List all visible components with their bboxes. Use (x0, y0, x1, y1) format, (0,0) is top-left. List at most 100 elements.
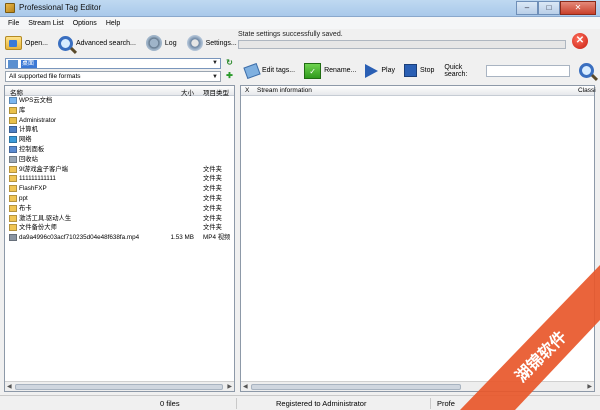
horizontal-scrollbar[interactable]: ◀ ▶ (5, 381, 234, 391)
file-list-header: 名称 大小 项目类型 (5, 86, 234, 97)
file-row[interactable]: 回收站 (5, 155, 234, 165)
maximize-button[interactable]: □ (538, 1, 560, 15)
quick-search-input[interactable] (486, 64, 570, 77)
file-row[interactable]: 激活工具.驱动人生 文件夹 (5, 214, 234, 224)
advanced-search-label: Advanced search... (75, 39, 136, 47)
file-browser-panel: 名称 大小 项目类型 WPS云文档库 Administrator 计算机 网络 控制面板… (4, 85, 235, 392)
advanced-search-button[interactable]: Advanced search... (55, 32, 139, 54)
window-controls: – □ ✕ (516, 1, 596, 15)
log-button[interactable]: Log (143, 32, 180, 54)
open-label: Open... (25, 39, 48, 47)
scrollbar-thumb[interactable] (15, 384, 223, 390)
file-name: 控制面板 (19, 145, 45, 153)
scroll-right-icon[interactable]: ▶ (227, 383, 232, 390)
gear-icon (186, 35, 203, 51)
scroll-left-icon[interactable]: ◀ (243, 383, 248, 390)
desktop-icon (8, 60, 18, 68)
file-name: 文件备份大师 (19, 224, 57, 232)
log-label: Log (164, 39, 177, 47)
control-panel-icon (9, 145, 17, 153)
file-type: 文件夹 (203, 165, 222, 173)
file-row[interactable]: 库 (5, 106, 234, 116)
cancel-operation-icon[interactable]: ✕ (572, 33, 588, 49)
refresh-icon[interactable]: ↻ (225, 58, 234, 67)
file-size: 1.53 MB (170, 234, 194, 242)
file-type: 文件夹 (203, 224, 222, 232)
file-row[interactable]: Administrator (5, 116, 234, 126)
window-title: Professional Tag Editor (19, 3, 102, 12)
menu-options[interactable]: Options (73, 20, 97, 27)
status-message: State settings successfully saved. (238, 31, 343, 38)
menu-file[interactable]: File (8, 20, 19, 27)
path-dropdown[interactable]: 桌面 ▼ (5, 58, 221, 69)
file-name: FlashFXP (19, 185, 47, 193)
play-button[interactable]: Play (362, 60, 398, 82)
file-type: 文件夹 (203, 185, 222, 193)
path-selected: 桌面 (21, 60, 37, 68)
recycle-bin-icon (9, 155, 17, 163)
file-row[interactable]: 控制面板 (5, 145, 234, 155)
tag-icon (243, 62, 261, 79)
scroll-left-icon[interactable]: ◀ (7, 383, 12, 390)
format-filter-dropdown[interactable]: All supported file formats ▼ (5, 71, 221, 82)
folder-icon (9, 175, 17, 183)
file-row[interactable]: WPS云文档 (5, 96, 234, 106)
file-row[interactable]: da9a4996c03acf710235d04e48f638fa.mp4 1.53… (5, 233, 234, 243)
video-file-icon (9, 234, 17, 242)
file-row[interactable]: 网络 (5, 135, 234, 145)
search-icon (57, 35, 73, 51)
watermark-logo: 湖锦软件 (460, 265, 600, 410)
status-separator (430, 398, 431, 409)
stop-label: Stop (420, 67, 435, 74)
file-list: WPS云文档库 Administrator 计算机 网络 控制面板回收站 9l游戏盒子客户… (5, 96, 234, 243)
file-type: 文件夹 (203, 214, 222, 222)
app-icon (5, 3, 15, 13)
file-type: MP4 视频 (203, 234, 231, 242)
file-row[interactable]: 111111111111 文件夹 (5, 174, 234, 184)
rename-label: Rename... (324, 67, 357, 74)
file-name: WPS云文档 (19, 97, 53, 104)
folder-icon (9, 224, 17, 232)
open-button[interactable]: Open... (2, 32, 51, 54)
open-folder-icon (5, 36, 22, 50)
right-toolbar: Edit tags... ✓ Rename... Play Stop Quick… (242, 58, 594, 83)
file-row[interactable]: 布卡 文件夹 (5, 204, 234, 214)
search-icon[interactable] (579, 63, 594, 78)
file-name: 库 (19, 106, 26, 114)
minimize-button[interactable]: – (516, 1, 538, 15)
rename-icon: ✓ (304, 62, 322, 79)
file-row[interactable]: FlashFXP 文件夹 (5, 184, 234, 194)
file-row[interactable]: ppt 文件夹 (5, 194, 234, 204)
log-icon (145, 35, 162, 51)
menu-help[interactable]: Help (106, 20, 120, 27)
title-bar: Professional Tag Editor – □ ✕ (0, 0, 600, 17)
file-type: 文件夹 (203, 204, 222, 212)
edit-tags-button[interactable]: Edit tags... (242, 60, 298, 82)
column-stream-information[interactable]: Stream information (257, 87, 312, 94)
folder-icon (9, 165, 17, 173)
scrollbar-thumb[interactable] (251, 384, 461, 390)
menu-stream-list[interactable]: Stream List (28, 20, 63, 27)
progress-bar (238, 40, 566, 49)
add-icon[interactable]: ✚ (225, 71, 234, 80)
file-type: 文件夹 (203, 175, 222, 183)
close-button[interactable]: ✕ (560, 1, 596, 15)
file-name: 回收站 (19, 155, 38, 163)
file-name: 激活工具.驱动人生 (19, 214, 72, 222)
file-name: da9a4996c03acf710235d04e48f638fa.mp4 (19, 234, 140, 242)
rename-button[interactable]: ✓ Rename... (301, 60, 359, 82)
file-name: ppt (19, 194, 28, 202)
file-type: 文件夹 (203, 194, 222, 202)
column-class[interactable]: Classi (578, 87, 596, 94)
chevron-down-icon: ▼ (212, 74, 218, 80)
file-row[interactable]: 计算机 (5, 125, 234, 135)
library-icon (9, 106, 17, 114)
stop-icon (404, 64, 417, 77)
column-x[interactable]: X (245, 87, 249, 94)
settings-button[interactable]: Settings... (184, 32, 240, 54)
file-row[interactable]: 9l游戏盒子客户端 文件夹 (5, 165, 234, 175)
menu-bar: File Stream List Options Help (0, 17, 600, 29)
stop-button[interactable]: Stop (401, 60, 437, 82)
file-name: Administrator (19, 116, 57, 124)
file-row[interactable]: 文件备份大师 文件夹 (5, 223, 234, 233)
